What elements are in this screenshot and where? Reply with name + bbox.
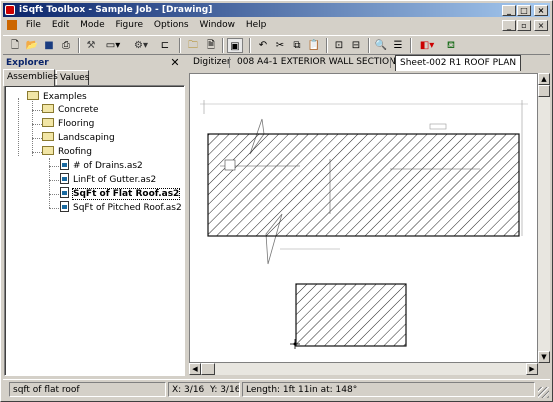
assembly-tree: Examples Concrete Flooring Landscaping R… bbox=[4, 85, 185, 376]
menu-options[interactable]: Options bbox=[150, 18, 193, 33]
menu-figure[interactable]: Figure bbox=[112, 18, 147, 33]
tree-item-drains[interactable]: # of Drains.as2 bbox=[60, 159, 143, 173]
save-icon[interactable]: ■ bbox=[41, 38, 57, 53]
doc-minimize-button[interactable]: _ bbox=[502, 20, 516, 31]
document-tabs: Digitizer 008 A4-1 EXTERIOR WALL SECTION… bbox=[187, 55, 550, 71]
horizontal-scroll-thumb[interactable] bbox=[201, 363, 215, 375]
menu-window[interactable]: Window bbox=[196, 18, 240, 33]
doc-close-button[interactable]: × bbox=[534, 20, 548, 31]
close-button[interactable]: × bbox=[534, 5, 548, 16]
resize-grip[interactable] bbox=[538, 387, 549, 398]
cut-icon[interactable]: ✂ bbox=[272, 38, 288, 53]
doc-restore-button[interactable]: ▫ bbox=[517, 20, 531, 31]
tab-digitizer[interactable]: Digitizer bbox=[189, 55, 235, 70]
app-window: iSqft Toolbox - Sample Job - [Drawing] _… bbox=[0, 0, 553, 402]
folder-icon[interactable]: 🗀 bbox=[185, 38, 201, 53]
open-icon[interactable]: 📂 bbox=[24, 38, 40, 53]
new-icon[interactable]: 🗋 bbox=[7, 38, 23, 53]
title-bar: iSqft Toolbox - Sample Job - [Drawing] _… bbox=[3, 3, 550, 17]
print-icon[interactable]: ⎙ bbox=[58, 38, 74, 53]
tree-item-gutter[interactable]: LinFt of Gutter.as2 bbox=[60, 173, 156, 187]
status-y: Y: 3/16 bbox=[210, 385, 240, 395]
status-message: sqft of flat roof bbox=[9, 382, 166, 397]
explorer-title: Explorer bbox=[6, 58, 49, 68]
tools-icon[interactable]: ⚒ bbox=[83, 38, 99, 53]
assembly-file-icon bbox=[60, 159, 69, 170]
status-x: X: 3/16 bbox=[172, 385, 205, 395]
maximize-button[interactable]: □ bbox=[517, 5, 531, 16]
scroll-right-button[interactable]: ▶ bbox=[526, 363, 538, 375]
active-page-icon[interactable]: ▣ bbox=[227, 38, 243, 53]
tab-roof-plan[interactable]: Sheet-002 R1 ROOF PLAN bbox=[395, 55, 522, 71]
app-icon bbox=[5, 5, 15, 15]
menu-edit[interactable]: Edit bbox=[48, 18, 73, 33]
assembly-file-icon bbox=[60, 187, 69, 198]
tree-item-pitched-roof[interactable]: SqFt of Pitched Roof.as2 bbox=[60, 201, 182, 215]
undo-icon[interactable]: ↶ bbox=[255, 38, 271, 53]
lower-roof-area[interactable] bbox=[295, 283, 407, 347]
gear-dropdown-icon[interactable]: ⚙▾ bbox=[129, 38, 153, 53]
page-up-icon[interactable]: ⊡ bbox=[331, 38, 347, 53]
tab-exterior-wall-sections[interactable]: 008 A4-1 EXTERIOR WALL SECTIONS bbox=[233, 55, 406, 70]
menu-mode[interactable]: Mode bbox=[76, 18, 109, 33]
folder-open-icon bbox=[42, 146, 54, 155]
roof-plan-drawing bbox=[200, 100, 528, 349]
tree-node-concrete[interactable]: Concrete bbox=[42, 104, 99, 117]
folder-icon bbox=[42, 118, 54, 127]
line-icon[interactable]: ⊏ bbox=[157, 38, 173, 53]
rect-dropdown-icon[interactable]: ▭▾ bbox=[101, 38, 125, 53]
page-down-icon[interactable]: ⊟ bbox=[348, 38, 364, 53]
menu-help[interactable]: Help bbox=[242, 18, 271, 33]
zoom-icon[interactable]: 🔍 bbox=[373, 38, 389, 53]
document-icon[interactable] bbox=[7, 19, 17, 30]
tab-values[interactable]: Values bbox=[56, 70, 89, 86]
menu-file[interactable]: File bbox=[22, 18, 45, 33]
vertical-scrollbar[interactable]: ▲ ▼ bbox=[538, 73, 550, 363]
copy-icon[interactable]: ⧉ bbox=[289, 38, 305, 53]
bucket-icon[interactable]: ⛾ bbox=[443, 38, 459, 53]
vertical-scroll-thumb[interactable] bbox=[538, 85, 550, 97]
folder-open-icon bbox=[27, 91, 39, 100]
tree-item-flat-roof[interactable]: SqFt of Flat Roof.as2 bbox=[60, 187, 181, 201]
status-length: Length: 1ft 11in at: 148° bbox=[242, 382, 535, 397]
tab-assemblies[interactable]: Assemblies bbox=[3, 69, 58, 86]
status-bar: sqft of flat roof X: 3/16 Y: 3/16 Length… bbox=[3, 379, 550, 399]
color-dropdown-icon[interactable]: ◧▾ bbox=[415, 38, 439, 53]
status-coordinates: X: 3/16 Y: 3/16 bbox=[168, 382, 240, 397]
paste-icon[interactable]: 📋 bbox=[306, 38, 322, 53]
horizontal-scrollbar[interactable]: ◀ ▶ bbox=[189, 363, 538, 375]
tree-node-flooring[interactable]: Flooring bbox=[42, 118, 94, 131]
tree-node-examples[interactable]: Examples bbox=[27, 91, 87, 104]
flat-roof-area[interactable] bbox=[207, 133, 520, 237]
window-title: iSqft Toolbox - Sample Job - [Drawing] bbox=[19, 5, 213, 15]
properties-icon[interactable]: ☰ bbox=[390, 38, 406, 53]
explorer-close-button[interactable]: ✕ bbox=[169, 56, 181, 69]
scroll-up-button[interactable]: ▲ bbox=[538, 73, 550, 85]
page-icon[interactable]: 🗎 bbox=[203, 38, 219, 53]
tree-node-landscaping[interactable]: Landscaping bbox=[42, 132, 115, 145]
tree-node-roofing[interactable]: Roofing bbox=[42, 146, 92, 159]
assembly-file-icon bbox=[60, 201, 69, 212]
drawing-canvas[interactable] bbox=[189, 73, 538, 363]
toolbar: 🗋 📂 ■ ⎙ ⚒ ▭▾ ⚙▾ ⊏ 🗀 🗎 ▣ ↶ ✂ ⧉ 📋 ⊡ ⊟ 🔍 ☰ … bbox=[3, 35, 550, 55]
menu-bar: File Edit Mode Figure Options Window Hel… bbox=[3, 18, 550, 33]
assembly-file-icon bbox=[60, 173, 69, 184]
minimize-button[interactable]: _ bbox=[502, 5, 516, 16]
scroll-down-button[interactable]: ▼ bbox=[538, 351, 550, 363]
folder-icon bbox=[42, 104, 54, 113]
scroll-left-button[interactable]: ◀ bbox=[189, 363, 201, 375]
folder-icon bbox=[42, 132, 54, 141]
